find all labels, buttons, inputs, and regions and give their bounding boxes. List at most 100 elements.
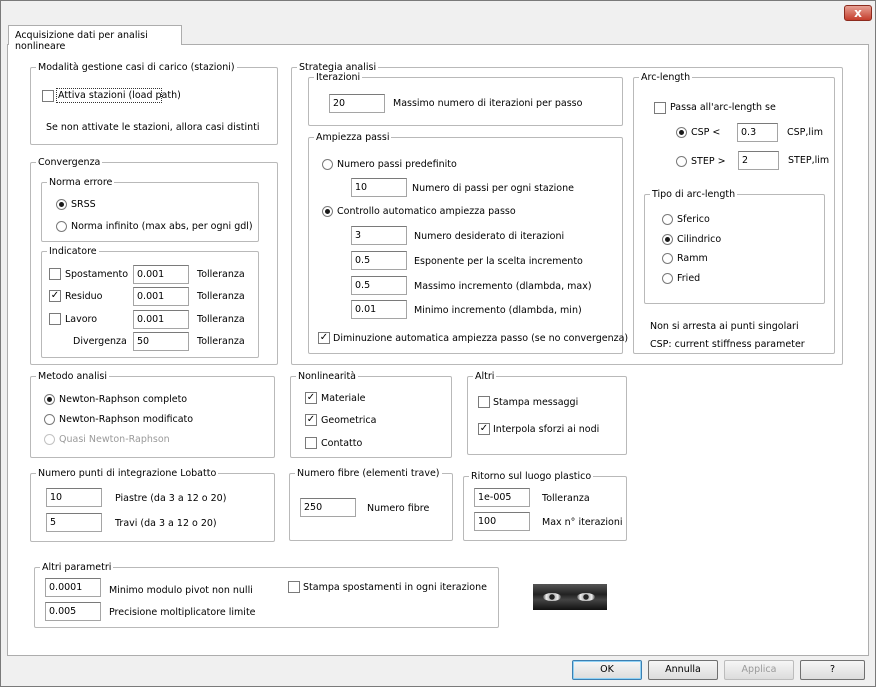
- quasi-nr-radio[interactable]: [44, 434, 55, 445]
- automatico-label: Controllo automatico ampiezza passo: [337, 206, 516, 217]
- predefinito-radio[interactable]: [322, 159, 333, 170]
- lobatto-legend: Numero punti di integrazione Lobatto: [38, 468, 217, 479]
- nr-completo-label: Newton-Raphson completo: [59, 394, 188, 405]
- stampa-spostamenti-checkbox[interactable]: [288, 581, 300, 593]
- attiva-stazioni-checkbox[interactable]: [42, 90, 54, 102]
- ok-button[interactable]: OK: [572, 660, 642, 680]
- ramm-radio[interactable]: [662, 253, 673, 264]
- csp-input[interactable]: 0.3: [737, 123, 778, 142]
- step-input[interactable]: 2: [738, 151, 779, 170]
- diminuzione-label: Diminuzione automatica ampiezza passo (s…: [333, 333, 629, 344]
- tipo-arc-group: Tipo di arc-length: [644, 189, 825, 304]
- residuo-toll-label: Tolleranza: [197, 291, 245, 302]
- nr-modificato-radio[interactable]: [44, 414, 55, 425]
- passa-arc-label: Passa all'arc-length se: [670, 102, 776, 113]
- divergenza-input[interactable]: 50: [133, 332, 189, 351]
- csp-radio[interactable]: [676, 127, 687, 138]
- applica-button[interactable]: Applica: [724, 660, 794, 680]
- cilindrico-radio[interactable]: [662, 234, 673, 245]
- nr-completo-radio[interactable]: [44, 394, 55, 405]
- piastre-input[interactable]: 10: [46, 488, 102, 507]
- max-incremento-input[interactable]: 0.5: [351, 276, 407, 295]
- travi-input[interactable]: 5: [46, 513, 102, 532]
- lavoro-label: Lavoro: [65, 314, 98, 325]
- interpola-checkbox[interactable]: ✓: [478, 423, 490, 435]
- residuo-checkbox[interactable]: ✓: [49, 290, 61, 302]
- pivot-input[interactable]: 0.0001: [45, 578, 101, 597]
- title-bar: [1, 1, 875, 23]
- contatto-label: Contatto: [321, 438, 363, 449]
- ramm-label: Ramm: [677, 253, 708, 264]
- nr-modificato-label: Newton-Raphson modificato: [59, 414, 194, 425]
- eyes-image: [533, 584, 607, 610]
- csp-lim-label: CSP,lim: [787, 127, 823, 138]
- divergenza-toll-label: Tolleranza: [197, 336, 245, 347]
- iter-desiderate-input[interactable]: 3: [351, 226, 407, 245]
- pivot-label: Minimo modulo pivot non nulli: [109, 585, 253, 596]
- materiale-label: Materiale: [321, 393, 366, 404]
- precisione-input[interactable]: 0.005: [45, 602, 101, 621]
- precisione-label: Precisione moltiplicatore limite: [109, 607, 256, 618]
- fried-radio[interactable]: [662, 273, 673, 284]
- stations-note: Se non attivate le stazioni, allora casi…: [46, 122, 260, 133]
- spostamento-toll-label: Tolleranza: [197, 269, 245, 280]
- iterazioni-legend: Iterazioni: [316, 72, 361, 83]
- passi-input[interactable]: 10: [351, 178, 407, 197]
- ritorno-iter-input[interactable]: 100: [474, 512, 530, 531]
- help-button[interactable]: ?: [800, 660, 865, 680]
- annulla-button[interactable]: Annulla: [648, 660, 718, 680]
- residuo-input[interactable]: 0.001: [133, 287, 189, 306]
- step-label: STEP >: [691, 156, 726, 167]
- stampa-spostamenti-label: Stampa spostamenti in ogni iterazione: [303, 582, 487, 593]
- piastre-label: Piastre (da 3 a 12 o 20): [115, 493, 227, 504]
- min-incremento-label: Minimo incremento (dlambda, min): [414, 305, 582, 316]
- step-lim-label: STEP,lim: [788, 155, 830, 166]
- iter-desiderate-label: Numero desiderato di iterazioni: [414, 231, 565, 242]
- arc-note-1: Non si arresta ai punti singolari: [650, 321, 799, 332]
- passa-arc-checkbox[interactable]: [654, 102, 666, 114]
- convergenza-legend: Convergenza: [38, 157, 101, 168]
- lavoro-checkbox[interactable]: [49, 313, 61, 325]
- lavoro-input[interactable]: 0.001: [133, 310, 189, 329]
- metodo-legend: Metodo analisi: [38, 371, 107, 382]
- norma-legend: Norma errore: [49, 177, 113, 188]
- right-eye-shape: [577, 593, 595, 601]
- sferico-label: Sferico: [677, 214, 710, 225]
- norma-infinito-radio[interactable]: [56, 221, 67, 232]
- iterazioni-label: Massimo numero di iterazioni per passo: [393, 98, 583, 109]
- geometrica-label: Geometrica: [321, 415, 377, 426]
- fibre-label: Numero fibre: [367, 503, 430, 514]
- attiva-stazioni-label: Attiva stazioni (load path): [58, 90, 181, 101]
- spostamento-input[interactable]: 0.001: [133, 265, 189, 284]
- max-incremento-label: Massimo incremento (dlambda, max): [414, 281, 592, 292]
- sferico-radio[interactable]: [662, 214, 673, 225]
- tab-acquisizione[interactable]: Acquisizione dati per analisi nonlineare: [8, 25, 182, 52]
- ritorno-legend: Ritorno sul luogo plastico: [471, 471, 592, 482]
- iterazioni-input[interactable]: 20: [329, 94, 385, 113]
- fried-label: Fried: [677, 273, 701, 284]
- contatto-checkbox[interactable]: [305, 437, 317, 449]
- quasi-nr-label: Quasi Newton-Raphson: [59, 434, 170, 445]
- spostamento-checkbox[interactable]: [49, 268, 61, 280]
- min-incremento-input[interactable]: 0.01: [351, 300, 407, 319]
- automatico-radio[interactable]: [322, 206, 333, 217]
- fibre-input[interactable]: 250: [300, 498, 356, 517]
- cilindrico-label: Cilindrico: [677, 234, 722, 245]
- diminuzione-checkbox[interactable]: ✓: [318, 332, 330, 344]
- nonlinearita-legend: Nonlinearità: [298, 371, 356, 382]
- geometrica-checkbox[interactable]: ✓: [305, 414, 317, 426]
- esponente-input[interactable]: 0.5: [351, 251, 407, 270]
- ritorno-toll-input[interactable]: 1e-005: [474, 488, 530, 507]
- step-radio[interactable]: [676, 156, 687, 167]
- stampa-messaggi-checkbox[interactable]: [478, 396, 490, 408]
- close-button[interactable]: x: [844, 5, 872, 21]
- norma-infinito-label: Norma infinito (max abs, per ogni gdl): [71, 221, 253, 232]
- altri-legend: Altri: [475, 371, 495, 382]
- tipo-arc-legend: Tipo di arc-length: [652, 189, 736, 200]
- spostamento-label: Spostamento: [65, 269, 129, 280]
- fibre-legend: Numero fibre (elementi trave): [297, 468, 440, 479]
- srss-radio[interactable]: [56, 199, 67, 210]
- materiale-checkbox[interactable]: ✓: [305, 392, 317, 404]
- left-eye-shape: [543, 593, 561, 601]
- divergenza-label: Divergenza: [73, 336, 127, 347]
